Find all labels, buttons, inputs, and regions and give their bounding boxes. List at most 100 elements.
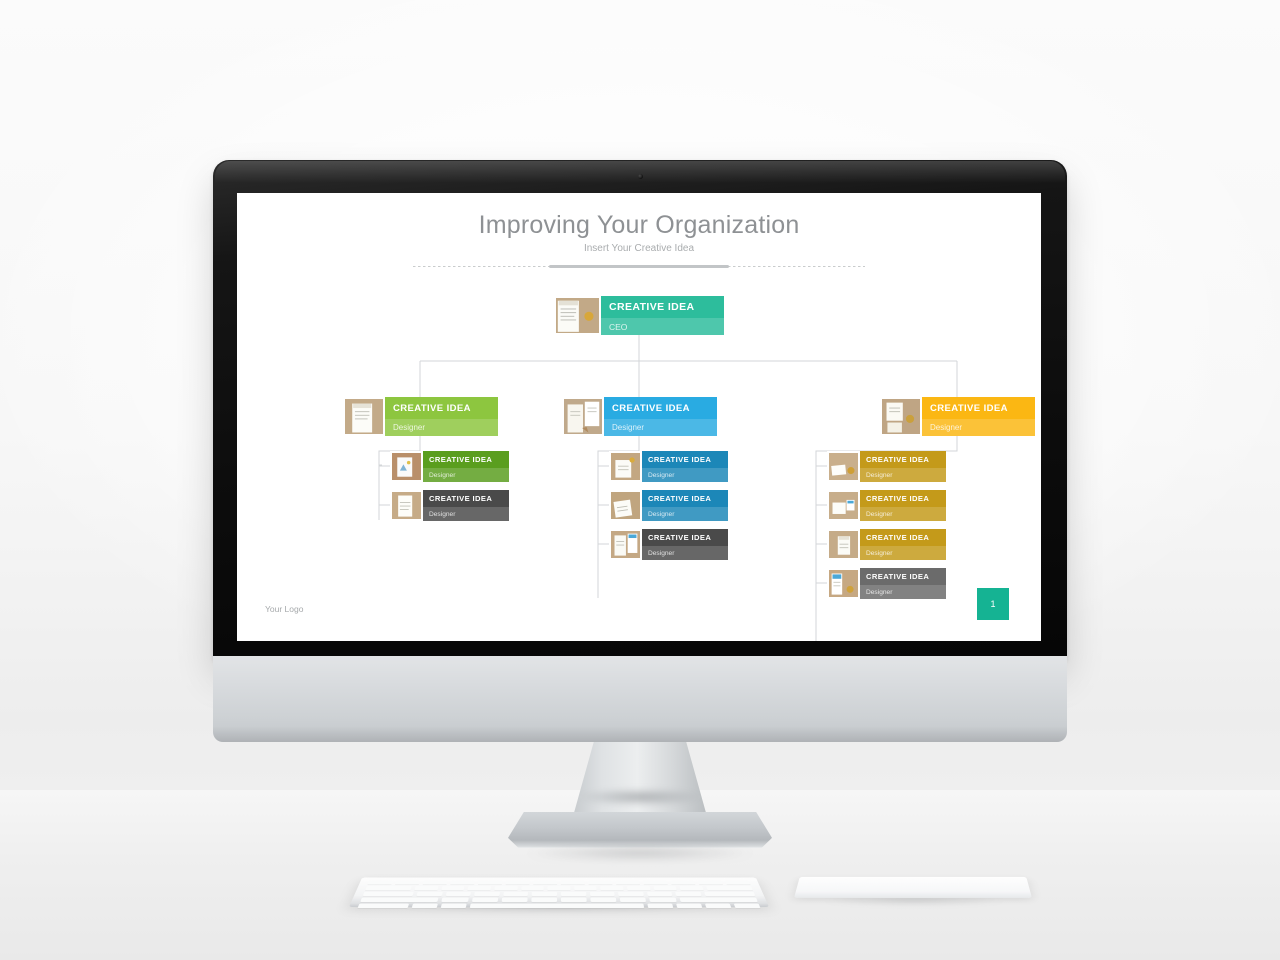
node-role: Designer	[642, 546, 728, 560]
org-node-green-child-2[interactable]: CREATIVE IDEA Designer	[390, 490, 509, 521]
keyboard-key	[649, 897, 677, 903]
keyboard-key	[501, 897, 528, 903]
node-role: Designer	[922, 419, 1035, 436]
keyboard-key	[395, 880, 421, 885]
page-number-badge: 1	[977, 588, 1009, 620]
keyboard-key	[618, 891, 644, 897]
keyboard-key	[620, 897, 647, 903]
node-title: CREATIVE IDEA	[609, 301, 695, 313]
node-thumbnail	[390, 451, 423, 482]
logo-placeholder: Your Logo	[265, 604, 304, 614]
node-thumbnail	[827, 451, 860, 482]
keyboard-key	[653, 886, 677, 891]
org-node-branch-yellow-head[interactable]: CREATIVE IDEA Designer	[880, 397, 1035, 436]
node-role: Designer	[860, 468, 946, 482]
node-title: CREATIVE IDEA	[648, 455, 712, 464]
node-text: CREATIVE IDEA Designer	[642, 490, 728, 521]
node-thumbnail	[343, 397, 385, 436]
node-text: CREATIVE IDEA Designer	[642, 529, 728, 560]
keyboard-key	[705, 903, 732, 909]
keyboard-key	[697, 880, 723, 885]
stand-neck	[572, 742, 708, 820]
keyboard-key	[670, 880, 696, 885]
keyboard-key	[422, 880, 448, 885]
keyboard-key	[441, 897, 469, 903]
org-node-ceo[interactable]: CREATIVE IDEA CEO	[554, 296, 724, 335]
keyboard-keys	[357, 880, 761, 909]
org-node-green-child-1[interactable]: CREATIVE IDEA Designer	[390, 451, 509, 482]
node-role: Designer	[860, 585, 946, 599]
node-text: CREATIVE IDEA Designer	[604, 397, 717, 436]
node-title: CREATIVE IDEA	[866, 572, 930, 581]
monitor-stand	[480, 742, 800, 864]
node-role: CEO	[601, 318, 724, 335]
org-node-yellow-child-2[interactable]: CREATIVE IDEA Designer	[827, 490, 946, 521]
node-title: CREATIVE IDEA	[866, 533, 930, 542]
node-text: CREATIVE IDEA Designer	[922, 397, 1035, 436]
node-text: CREATIVE IDEA Designer	[860, 490, 946, 521]
node-text: CREATIVE IDEA Designer	[642, 451, 728, 482]
trackpad[interactable]	[794, 876, 1032, 898]
keyboard-key	[478, 880, 503, 885]
node-thumbnail	[827, 490, 860, 521]
org-node-blue-child-3[interactable]: CREATIVE IDEA Designer	[609, 529, 728, 560]
keyboard-key	[588, 880, 613, 885]
keyboard-key	[643, 880, 668, 885]
keyboard-key	[505, 880, 530, 885]
bezel-highlight	[215, 161, 1065, 183]
keyboard-key	[560, 897, 587, 903]
scene: Improving Your Organization Insert Your …	[0, 0, 1280, 960]
org-node-blue-child-2[interactable]: CREATIVE IDEA Designer	[609, 490, 728, 521]
keyboard-key	[494, 886, 518, 891]
node-thumbnail	[390, 490, 423, 521]
keyboard-key	[416, 891, 443, 897]
node-title: CREATIVE IDEA	[612, 402, 690, 414]
node-title: CREATIVE IDEA	[866, 455, 930, 464]
node-title: CREATIVE IDEA	[429, 455, 493, 464]
org-node-yellow-child-3[interactable]: CREATIVE IDEA Designer	[827, 529, 946, 560]
node-thumbnail	[827, 568, 860, 599]
keyboard-key	[467, 886, 492, 891]
keyboard-key	[615, 880, 640, 885]
node-role: Designer	[642, 468, 728, 482]
node-text: CREATIVE IDEA Designer	[860, 529, 946, 560]
keyboard-row	[357, 903, 761, 909]
org-chart: CREATIVE IDEA CEO CREATIVE IDEA Designer…	[237, 193, 1041, 641]
keyboard-key	[450, 880, 475, 885]
node-text: CREATIVE IDEA CEO	[601, 296, 724, 335]
keyboard-key	[414, 886, 439, 891]
node-thumbnail	[609, 529, 642, 560]
org-node-yellow-child-1[interactable]: CREATIVE IDEA Designer	[827, 451, 946, 482]
keyboard-key	[679, 886, 704, 891]
keyboard-key	[589, 891, 615, 897]
keyboard-key	[560, 891, 586, 897]
node-title: CREATIVE IDEA	[930, 402, 1008, 414]
org-node-branch-blue-head[interactable]: CREATIVE IDEA Designer	[562, 397, 717, 436]
presentation-slide: Improving Your Organization Insert Your …	[237, 193, 1041, 641]
keyboard-key	[365, 886, 412, 891]
org-node-yellow-child-4[interactable]: CREATIVE IDEA Designer	[827, 568, 946, 599]
node-thumbnail	[562, 397, 604, 436]
webcam-icon	[638, 174, 643, 179]
keyboard-row	[362, 891, 756, 897]
keyboard-key	[445, 891, 472, 897]
keyboard-key-space	[469, 903, 645, 909]
node-thumbnail	[554, 296, 601, 335]
keyboard-key	[679, 897, 758, 903]
keyboard-key	[533, 880, 558, 885]
node-text: CREATIVE IDEA Designer	[860, 568, 946, 599]
keyboard-key	[411, 903, 438, 909]
keyboard-key	[704, 891, 756, 897]
keyboard[interactable]	[349, 877, 769, 909]
node-thumbnail	[827, 529, 860, 560]
node-thumbnail	[609, 490, 642, 521]
org-node-branch-green-head[interactable]: CREATIVE IDEA Designer	[343, 397, 498, 436]
keyboard-key	[646, 891, 673, 897]
org-node-blue-child-1[interactable]: CREATIVE IDEA Designer	[609, 451, 728, 482]
node-text: CREATIVE IDEA Designer	[860, 451, 946, 482]
keyboard-key	[574, 886, 597, 891]
monitor-screen[interactable]: Improving Your Organization Insert Your …	[237, 193, 1041, 641]
keyboard-key	[357, 903, 409, 909]
keyboard-row	[365, 886, 753, 891]
desktop-computer: Improving Your Organization Insert Your …	[213, 160, 1067, 742]
